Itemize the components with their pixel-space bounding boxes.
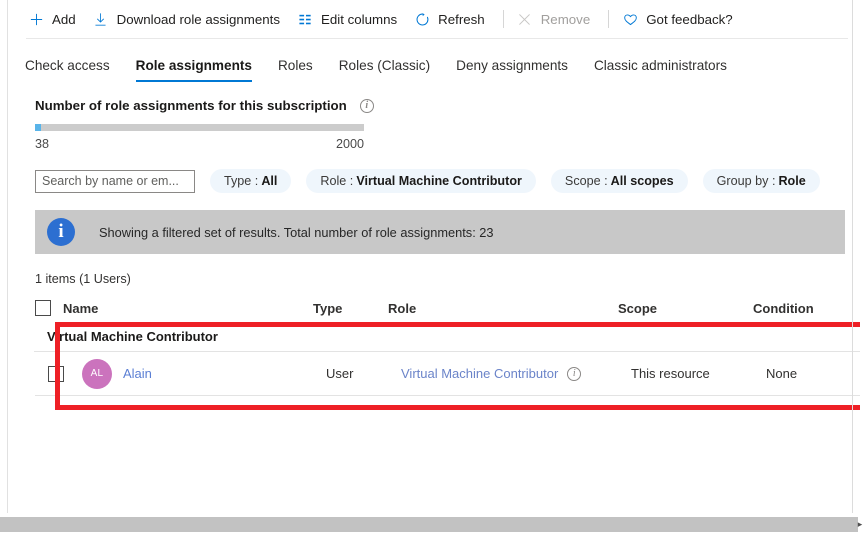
- row-checkbox-cell: [48, 366, 76, 382]
- tab-role-assignments-label: Role assignments: [136, 58, 252, 73]
- heart-icon: [620, 9, 640, 29]
- column-header-type[interactable]: Type: [313, 301, 388, 316]
- quota-title: Number of role assignments for this subs…: [35, 98, 347, 113]
- tab-deny-assignments-label: Deny assignments: [456, 58, 568, 73]
- plus-icon: [26, 9, 46, 29]
- filter-bar: Type :All Role :Virtual Machine Contribu…: [9, 169, 860, 193]
- filter-pill-scope-value: All scopes: [611, 174, 674, 188]
- items-count-label: 1 items (1 Users): [9, 254, 860, 286]
- filter-pill-group-by-label: Group by :: [717, 174, 776, 188]
- avatar: AL: [82, 359, 112, 389]
- quota-max-value: 2000: [336, 137, 364, 151]
- quota-current-value: 38: [35, 137, 49, 151]
- tab-roles-classic[interactable]: Roles (Classic): [339, 58, 430, 82]
- quota-progress-track: [35, 124, 364, 131]
- add-button[interactable]: Add: [24, 4, 85, 34]
- tab-roles[interactable]: Roles: [278, 58, 313, 82]
- filter-pill-group-by[interactable]: Group by :Role: [703, 169, 820, 193]
- got-feedback-label: Got feedback?: [646, 12, 733, 27]
- tab-roles-label: Roles: [278, 58, 313, 73]
- got-feedback-button[interactable]: Got feedback?: [618, 4, 742, 34]
- tab-roles-classic-label: Roles (Classic): [339, 58, 430, 73]
- filter-pill-role-label: Role :: [320, 174, 353, 188]
- download-role-assignments-button[interactable]: Download role assignments: [89, 4, 289, 34]
- horizontal-scrollbar[interactable]: ▸: [0, 513, 868, 536]
- refresh-label: Refresh: [438, 12, 485, 27]
- row-type-cell: User: [326, 366, 401, 381]
- quota-header: Number of role assignments for this subs…: [35, 98, 860, 113]
- toolbar-divider-2: [608, 10, 609, 28]
- row-name-cell: AL Alain: [76, 359, 326, 389]
- download-icon: [91, 9, 111, 29]
- column-header-name[interactable]: Name: [63, 301, 313, 316]
- filter-pill-type-value: All: [261, 174, 277, 188]
- grid-body: Virtual Machine Contributor AL Alain Use…: [35, 322, 860, 396]
- filter-pill-scope[interactable]: Scope :All scopes: [551, 169, 688, 193]
- close-x-icon: [515, 9, 535, 29]
- row-condition-cell: None: [766, 366, 860, 381]
- grid-header-row: Name Type Role Scope Condition: [35, 294, 860, 322]
- edit-columns-button[interactable]: Edit columns: [293, 4, 406, 34]
- filter-pill-type-label: Type :: [224, 174, 258, 188]
- info-icon: i: [47, 218, 75, 246]
- search-input[interactable]: [35, 170, 195, 193]
- add-button-label: Add: [52, 12, 76, 27]
- horizontal-scrollbar-thumb[interactable]: [0, 517, 858, 532]
- quota-progress-fill: [35, 124, 41, 131]
- remove-label: Remove: [541, 12, 591, 27]
- filter-pill-role[interactable]: Role :Virtual Machine Contributor: [306, 169, 536, 193]
- tab-deny-assignments[interactable]: Deny assignments: [456, 58, 568, 82]
- banner-message: Showing a filtered set of results. Total…: [87, 225, 494, 240]
- remove-button: Remove: [513, 4, 600, 34]
- select-all-checkbox[interactable]: [35, 300, 51, 316]
- column-header-role[interactable]: Role: [388, 301, 618, 316]
- group-header-virtual-machine-contributor[interactable]: Virtual Machine Contributor: [34, 322, 860, 352]
- filtered-results-banner: i Showing a filtered set of results. Tot…: [35, 210, 845, 254]
- toolbar-divider-1: [503, 10, 504, 28]
- download-role-assignments-label: Download role assignments: [117, 12, 280, 27]
- filter-pill-type[interactable]: Type :All: [210, 169, 291, 193]
- column-header-scope[interactable]: Scope: [618, 301, 753, 316]
- tab-classic-administrators-label: Classic administrators: [594, 58, 727, 73]
- command-bar: Add Download role assignments: [9, 0, 860, 38]
- quota-section: Number of role assignments for this subs…: [9, 82, 860, 151]
- quota-info-icon[interactable]: i: [360, 99, 374, 113]
- toolbar-divider-line: [26, 38, 848, 39]
- tab-check-access-label: Check access: [25, 58, 110, 73]
- row-role-link[interactable]: Virtual Machine Contributor: [401, 366, 558, 381]
- filter-pill-role-value: Virtual Machine Contributor: [356, 174, 522, 188]
- filter-pill-group-by-value: Role: [778, 174, 805, 188]
- role-assignments-grid: Name Type Role Scope Condition Virtual M…: [9, 294, 860, 396]
- row-role-info-icon[interactable]: i: [567, 367, 581, 381]
- left-edge-rail: [0, 0, 8, 513]
- row-scope-cell: This resource: [631, 366, 766, 381]
- select-all-checkbox-cell: [35, 300, 63, 316]
- row-checkbox[interactable]: [48, 366, 64, 382]
- chevron-right-icon[interactable]: ▸: [854, 518, 866, 530]
- row-role-cell: Virtual Machine Contributor i: [401, 366, 631, 381]
- right-edge-divider: [852, 0, 853, 513]
- filter-pill-scope-label: Scope :: [565, 174, 608, 188]
- banner-icon-wrap: i: [35, 218, 87, 246]
- tab-role-assignments[interactable]: Role assignments: [136, 58, 252, 82]
- role-assignments-page: Add Download role assignments: [9, 0, 860, 513]
- quota-range-labels: 38 2000: [35, 137, 364, 151]
- refresh-button[interactable]: Refresh: [410, 4, 494, 34]
- row-name-link[interactable]: Alain: [123, 366, 152, 381]
- group-header-label: Virtual Machine Contributor: [47, 329, 218, 344]
- edit-columns-label: Edit columns: [321, 12, 397, 27]
- tab-bar: Check access Role assignments Roles Role…: [9, 38, 860, 82]
- columns-icon: [295, 9, 315, 29]
- tab-classic-administrators[interactable]: Classic administrators: [594, 58, 727, 82]
- tab-check-access[interactable]: Check access: [25, 58, 110, 82]
- refresh-icon: [412, 9, 432, 29]
- column-header-condition[interactable]: Condition: [753, 301, 853, 316]
- table-row[interactable]: AL Alain User Virtual Machine Contributo…: [35, 352, 860, 396]
